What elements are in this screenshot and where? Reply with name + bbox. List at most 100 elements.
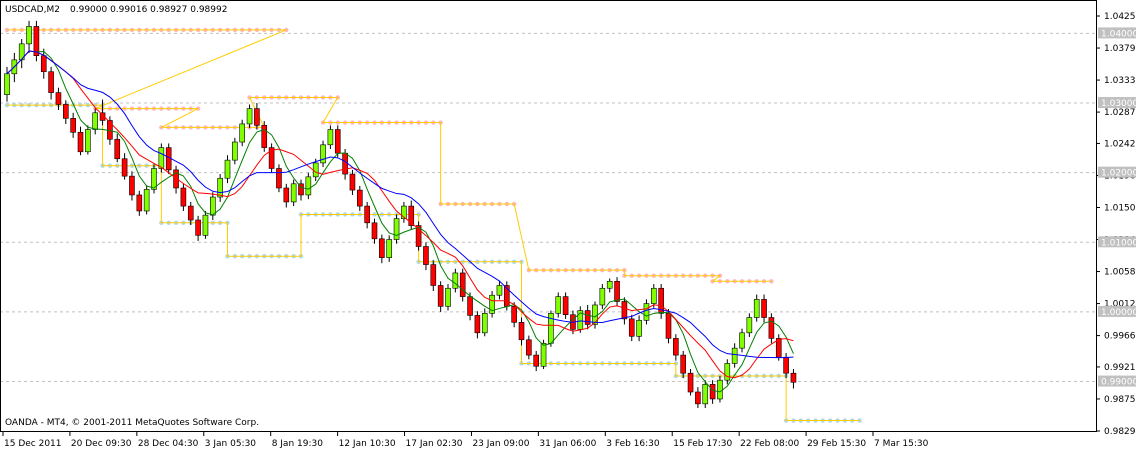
candle-body-bear xyxy=(628,318,635,337)
candle-body-bear xyxy=(379,238,385,258)
candle-body-bear xyxy=(584,310,591,325)
candle-body-bear xyxy=(687,372,694,393)
candle-body-bear xyxy=(121,158,128,177)
x-tick-label: 17 Jan 02:30 xyxy=(406,439,463,449)
candle xyxy=(239,119,245,147)
candle-body-bear xyxy=(342,152,348,175)
candle xyxy=(320,140,326,168)
x-tick-label: 8 Jan 19:30 xyxy=(272,439,324,449)
candle-body-bear xyxy=(709,384,716,400)
candle-body-bull xyxy=(210,196,216,216)
candle-body-bull xyxy=(555,296,562,314)
candle xyxy=(276,164,282,193)
x-tick-label: 23 Jan 09:00 xyxy=(472,439,529,449)
candle-body-bear xyxy=(511,306,517,323)
candle xyxy=(489,291,495,318)
x-tick-label: 15 Dec 2011 xyxy=(4,439,62,449)
x-tick-label: 7 Mar 15:30 xyxy=(874,439,929,449)
candle-body-bear xyxy=(195,219,201,236)
y-tick-label: 1.02870 xyxy=(1104,108,1136,118)
candle-body-bull xyxy=(643,303,650,321)
candle xyxy=(143,185,150,215)
candle-body-bear xyxy=(187,205,194,221)
y-tick-label: 0.98750 xyxy=(1104,395,1136,405)
candle-body-bull xyxy=(158,147,165,169)
candle-body-bull xyxy=(4,73,10,95)
candle-body-bull xyxy=(702,384,709,405)
candle-body-bull xyxy=(717,379,723,400)
level-label: 0.99000 xyxy=(1101,378,1136,388)
x-tick-label: 3 Jan 05:30 xyxy=(205,439,257,449)
candle-body-bear xyxy=(680,354,687,374)
y-tick-label: 1.03790 xyxy=(1104,44,1136,54)
candle-body-bear xyxy=(518,322,525,341)
candle xyxy=(775,334,782,361)
x-tick-label: 29 Feb 15:30 xyxy=(807,439,866,449)
candle-body-bear xyxy=(621,301,628,320)
candle-body-bull xyxy=(650,287,657,304)
candle-body-bull xyxy=(92,112,98,130)
candle-body-bull xyxy=(290,183,297,203)
chart-svg[interactable]: 1.042501.037901.033301.028701.024201.019… xyxy=(0,0,1136,451)
candle-body-bear xyxy=(423,246,429,265)
x-tick-label: 28 Dec 04:30 xyxy=(138,439,199,449)
candle-body-bull xyxy=(445,287,451,307)
y-tick-label: 1.01500 xyxy=(1104,203,1136,213)
candle-body-bear xyxy=(62,104,69,119)
candle xyxy=(232,137,238,165)
candle-body-bear xyxy=(136,194,143,212)
candle-body-bull xyxy=(636,319,642,337)
candle-body-bear xyxy=(562,296,569,316)
candle-body-bear xyxy=(114,138,121,160)
level-label: 1.03000 xyxy=(1101,99,1136,109)
candle-body-bear xyxy=(467,296,473,316)
candle-body-bull xyxy=(753,299,760,318)
candle-body-bull xyxy=(305,176,312,196)
chart-header-symbol: USDCAD,M2 xyxy=(5,5,60,15)
candle-body-bull xyxy=(26,26,32,45)
candle-body-bull xyxy=(239,123,245,143)
level-label: 1.01000 xyxy=(1101,238,1136,248)
candle xyxy=(415,221,422,251)
candle xyxy=(445,284,451,311)
x-tick-label: 22 Feb 08:00 xyxy=(740,439,799,449)
y-tick-label: 1.03330 xyxy=(1104,76,1136,86)
candle-body-bear xyxy=(334,129,341,154)
candle-body-bear xyxy=(129,175,135,196)
candle-body-bull xyxy=(217,177,223,198)
y-tick-label: 0.99210 xyxy=(1104,363,1136,373)
candle-body-bull xyxy=(327,129,334,146)
candle-body-bear xyxy=(48,71,54,93)
x-tick-label: 12 Jan 10:30 xyxy=(339,439,396,449)
y-tick-label: 0.99660 xyxy=(1104,332,1136,342)
candle-body-bull xyxy=(540,342,547,367)
candle-body-bear xyxy=(283,187,290,203)
candle-body-bear xyxy=(40,55,47,73)
candle-body-bull xyxy=(592,304,598,325)
x-tick-label: 3 Feb 16:30 xyxy=(606,439,660,449)
candle xyxy=(386,235,393,262)
candle xyxy=(459,268,466,302)
candle-body-bear xyxy=(77,131,84,153)
candle-body-bear xyxy=(276,168,282,189)
chart-container[interactable]: 1.042501.037901.033301.028701.024201.019… xyxy=(0,0,1136,451)
candle xyxy=(334,125,341,158)
candle xyxy=(85,125,91,155)
level-label: 1.04000 xyxy=(1101,29,1136,39)
candle-body-bear xyxy=(55,92,62,105)
candle-body-bear xyxy=(761,299,767,318)
candle-body-bear xyxy=(261,125,268,148)
candle-body-bull xyxy=(739,332,745,349)
x-tick-label: 31 Jan 06:00 xyxy=(539,439,596,449)
candle-body-bull xyxy=(246,108,253,125)
candle-body-bear xyxy=(474,315,481,334)
candle xyxy=(33,20,40,62)
y-tick-label: 1.04250 xyxy=(1104,12,1136,22)
candle xyxy=(202,210,209,239)
candle xyxy=(305,172,312,200)
candle-body-bear xyxy=(371,222,378,240)
candle-body-bear xyxy=(459,272,466,297)
candle-body-bear xyxy=(665,313,672,339)
candle-body-bull xyxy=(606,280,613,289)
candle xyxy=(717,375,723,403)
